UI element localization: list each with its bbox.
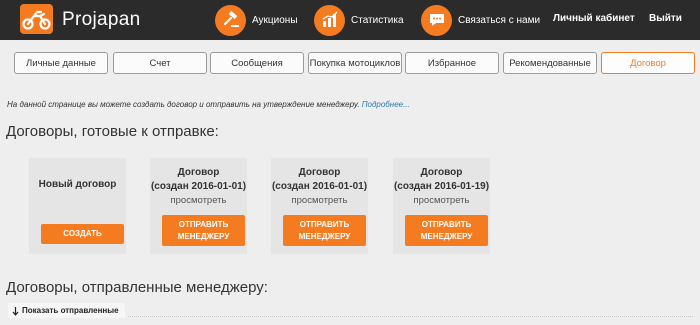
bar-chart-icon — [314, 4, 345, 36]
send-button-line1: ОТПРАВИТЬ — [299, 219, 350, 229]
view-contract-link[interactable]: просмотреть — [271, 195, 368, 206]
nav-statistics[interactable]: Статистика — [314, 0, 404, 40]
contract-created-date: (создан 2016-01-01) — [271, 181, 368, 192]
contract-card: Договор (создан 2016-01-01) просмотреть … — [271, 158, 368, 254]
nav-logout[interactable]: Выйти — [649, 13, 682, 24]
contract-created-date: (создан 2016-01-01) — [150, 181, 247, 192]
nav-statistics-label: Статистика — [351, 14, 404, 26]
create-contract-button[interactable]: СОЗДАТЬ — [41, 224, 124, 244]
brand-name[interactable]: Projapan — [62, 9, 140, 31]
more-link[interactable]: Подробнее... — [362, 100, 410, 109]
tab-favorites[interactable]: Избранное — [405, 52, 499, 74]
chat-icon — [421, 4, 452, 36]
divider — [128, 316, 693, 317]
gavel-icon — [215, 4, 246, 36]
top-navigation-bar: Projapan Аукционы Статистика Связаться с… — [0, 0, 700, 40]
send-button-line1: ОТПРАВИТЬ — [178, 219, 229, 229]
intro-text: На данной странице вы можете создать дог… — [7, 100, 410, 109]
contract-title: Договор — [177, 167, 220, 178]
send-button-line2: МЕНЕДЖЕРУ — [298, 231, 351, 241]
nav-contact[interactable]: Связаться с нами — [421, 0, 540, 40]
send-to-manager-button[interactable]: ОТПРАВИТЬ МЕНЕДЖЕРУ — [162, 215, 245, 246]
show-sent-label: Показать отправленные — [22, 306, 119, 315]
send-button-line2: МЕНЕДЖЕРУ — [420, 231, 473, 241]
intro-description: На данной странице вы можете создать дог… — [7, 100, 360, 109]
show-sent-toggle[interactable]: Показать отправленные — [8, 303, 125, 318]
new-contract-card: Новый договор СОЗДАТЬ — [29, 158, 126, 254]
send-button-line1: ОТПРАВИТЬ — [421, 219, 472, 229]
send-button-line2: МЕНЕДЖЕРУ — [177, 231, 230, 241]
logo[interactable] — [20, 4, 53, 34]
nav-contact-label: Связаться с нами — [458, 14, 541, 26]
tab-contract[interactable]: Договор — [601, 52, 695, 74]
contract-created-date: (создан 2016-01-19) — [393, 181, 490, 192]
new-contract-title: Новый договор — [38, 179, 117, 190]
view-contract-link[interactable]: просмотреть — [150, 195, 247, 206]
send-to-manager-button[interactable]: ОТПРАВИТЬ МЕНЕДЖЕРУ — [283, 215, 366, 246]
nav-personal-cabinet[interactable]: Личный кабинет — [553, 13, 635, 24]
arrow-down-icon — [12, 306, 19, 316]
contract-card: Договор (создан 2016-01-19) просмотреть … — [393, 158, 490, 254]
view-contract-link[interactable]: просмотреть — [393, 195, 490, 206]
account-tabs: Личные данные Счет Сообщения Покупка мот… — [14, 52, 695, 74]
tab-motorcycle-purchase[interactable]: Покупка мотоциклов — [308, 52, 402, 74]
contract-title: Договор — [420, 167, 463, 178]
tab-recommended[interactable]: Рекомендованные — [503, 52, 597, 74]
contract-title: Договор — [298, 167, 341, 178]
tab-account[interactable]: Счет — [113, 52, 207, 74]
ready-section-title: Договоры, готовые к отправке: — [6, 123, 219, 140]
send-to-manager-button[interactable]: ОТПРАВИТЬ МЕНЕДЖЕРУ — [405, 215, 488, 246]
motorcycle-icon — [22, 10, 51, 30]
sent-section-title: Договоры, отправленные менеджеру: — [6, 279, 268, 296]
contract-card: Договор (создан 2016-01-01) просмотреть … — [150, 158, 247, 254]
tab-messages[interactable]: Сообщения — [210, 52, 304, 74]
tab-personal-data[interactable]: Личные данные — [14, 52, 108, 74]
nav-auctions[interactable]: Аукционы — [215, 0, 298, 40]
nav-auctions-label: Аукционы — [252, 14, 298, 26]
